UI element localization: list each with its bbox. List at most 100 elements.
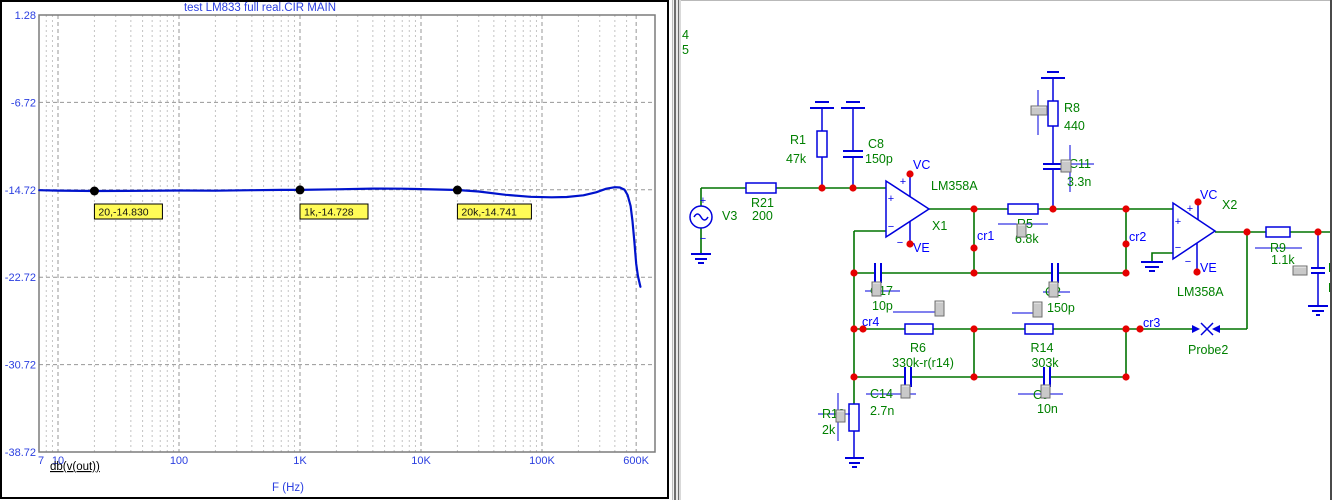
- r14-value[interactable]: 303k: [1031, 356, 1059, 370]
- resistor-r21[interactable]: R21 200: [745, 182, 777, 223]
- svg-text:100: 100: [170, 455, 188, 467]
- svg-text:1.28: 1.28: [15, 10, 36, 22]
- x2-designator[interactable]: X2: [1222, 198, 1237, 212]
- drag-handle-icon: [1040, 384, 1051, 399]
- r1-name[interactable]: R1: [790, 133, 806, 147]
- svg-text:-38.72: -38.72: [5, 447, 36, 459]
- x2-vplus-sign: +: [1187, 203, 1193, 215]
- x1-designator[interactable]: X1: [932, 219, 947, 233]
- resistor-r8[interactable]: R8 440: [1037, 71, 1085, 164]
- drag-handle-icon: [1016, 223, 1027, 238]
- drag-handle-icon: [871, 281, 882, 297]
- analysis-plot-panel: test LM833 full real.CIR MAIN 7 10 100 1K 10…: [0, 0, 670, 500]
- ground-icon: [1308, 305, 1328, 316]
- r6-value[interactable]: 330k-r(r14): [892, 356, 954, 370]
- svg-text:-22.72: -22.72: [5, 272, 36, 284]
- node-cr2[interactable]: cr2: [1129, 230, 1146, 244]
- capacitor-c8[interactable]: C8 150p: [841, 101, 893, 188]
- drag-handle-icon: [1048, 281, 1059, 298]
- c11-value[interactable]: 3.3n: [1067, 175, 1091, 189]
- x1-vplus-sign: +: [900, 176, 906, 188]
- x2-inv-input: −: [1175, 242, 1181, 254]
- node-cr1[interactable]: cr1: [977, 229, 994, 243]
- output-capacitor[interactable]: [1308, 232, 1332, 316]
- svg-text:20,-14.830: 20,-14.830: [98, 207, 148, 219]
- resistor-r13[interactable]: R13 2k: [818, 393, 864, 468]
- drag-handle-icon: [1292, 265, 1308, 276]
- grid-row-number: 5: [682, 43, 689, 57]
- r13-value[interactable]: 2k: [822, 423, 836, 437]
- c14-name[interactable]: C14: [870, 387, 893, 401]
- schematic-canvas[interactable]: 4 5 + − V3 R21 200 R1 47k C8 150p + − + …: [681, 1, 1332, 500]
- svg-text:600K: 600K: [623, 455, 649, 467]
- r8-value[interactable]: 440: [1064, 119, 1085, 133]
- x2-noninv-input: +: [1175, 216, 1181, 228]
- svg-text:1k,-14.728: 1k,-14.728: [304, 207, 354, 219]
- probe2-label[interactable]: Probe2: [1188, 343, 1228, 357]
- x-axis-title: F (Hz): [272, 482, 304, 494]
- probe2[interactable]: Probe2: [1188, 322, 1228, 357]
- x1-vminus-sign: −: [897, 237, 903, 249]
- plot-title: test LM833 full real.CIR MAIN: [184, 2, 336, 14]
- opamp-x1[interactable]: + − + − VC VE LM358A X1: [885, 158, 978, 255]
- resistor-r14[interactable]: R14 303k: [1024, 323, 1059, 370]
- c8-value[interactable]: 150p: [865, 152, 893, 166]
- drag-handle-icon: [934, 300, 945, 317]
- text-handles[interactable]: [835, 105, 1308, 423]
- drag-handle-icon: [1032, 301, 1043, 318]
- svg-text:10K: 10K: [411, 455, 431, 467]
- c9-value[interactable]: 10n: [1037, 402, 1058, 416]
- window-splitter[interactable]: [670, 0, 681, 500]
- rail-tie-icon: [841, 101, 865, 109]
- v3-label[interactable]: V3: [722, 209, 737, 223]
- c8-name[interactable]: C8: [868, 137, 884, 151]
- drag-handle-icon: [835, 409, 846, 423]
- source-v3[interactable]: + − V3: [689, 195, 737, 264]
- r9-value[interactable]: 1.1k: [1271, 253, 1295, 267]
- probe-arrow-icon: [1192, 325, 1200, 333]
- x1-ve-node[interactable]: VE: [913, 241, 930, 255]
- opamp-x2[interactable]: + − + − VC VE X2 LM358A: [1141, 188, 1237, 299]
- app-window: test LM833 full real.CIR MAIN 7 10 100 1K 10…: [0, 0, 1332, 500]
- resistor-r1[interactable]: R1 47k: [786, 101, 834, 188]
- svg-text:100K: 100K: [529, 455, 555, 467]
- ground-icon: [1141, 261, 1163, 272]
- r8-name[interactable]: R8: [1064, 101, 1080, 115]
- svg-text:-14.72: -14.72: [5, 185, 36, 197]
- r1-value[interactable]: 47k: [786, 152, 807, 166]
- r6-name[interactable]: R6: [910, 341, 926, 355]
- drag-handle-icon: [1060, 159, 1072, 173]
- resistor-r6[interactable]: R6 330k-r(r14): [892, 323, 954, 370]
- v3-plus-sign: +: [700, 195, 706, 207]
- svg-text:-30.72: -30.72: [5, 360, 36, 372]
- x2-vminus-sign: −: [1185, 256, 1191, 268]
- node-cr3[interactable]: cr3: [1143, 316, 1160, 330]
- svg-text:1K: 1K: [293, 455, 307, 467]
- c11-name[interactable]: C11: [1069, 157, 1091, 171]
- bode-plot: test LM833 full real.CIR MAIN 7 10 100 1K 10…: [0, 0, 669, 499]
- trace-expression-label[interactable]: db(v(out)): [50, 461, 100, 473]
- grid-row-number: 4: [682, 28, 689, 42]
- rail-tie-icon: [1041, 71, 1065, 79]
- c14-value[interactable]: 2.7n: [870, 404, 894, 418]
- r21-value[interactable]: 200: [752, 209, 773, 223]
- resistor-r9[interactable]: R9 1.1k: [1255, 226, 1302, 267]
- ground-icon: [691, 253, 711, 264]
- r14-name[interactable]: R14: [1031, 341, 1054, 355]
- r21-name[interactable]: R21: [751, 196, 774, 210]
- x2-ve-node[interactable]: VE: [1200, 261, 1217, 275]
- capacitor-c2[interactable]: C2 150p: [1012, 263, 1075, 315]
- c2-value[interactable]: 150p: [1047, 301, 1075, 315]
- x1-model[interactable]: LM358A: [931, 179, 978, 193]
- svg-text:-6.72: -6.72: [11, 97, 36, 109]
- v3-minus-sign: −: [700, 233, 706, 245]
- drag-handle-icon: [900, 384, 911, 399]
- c17-value[interactable]: 10p: [872, 299, 893, 313]
- x1-vc-node[interactable]: VC: [913, 158, 930, 172]
- x2-model[interactable]: LM358A: [1177, 285, 1224, 299]
- plot-window-border: [0, 0, 669, 499]
- x2-vc-node[interactable]: VC: [1200, 188, 1217, 202]
- capacitor-c11[interactable]: C11 3.3n: [1043, 145, 1094, 209]
- ground-icon: [845, 457, 864, 468]
- x1-inv-input: −: [888, 221, 894, 233]
